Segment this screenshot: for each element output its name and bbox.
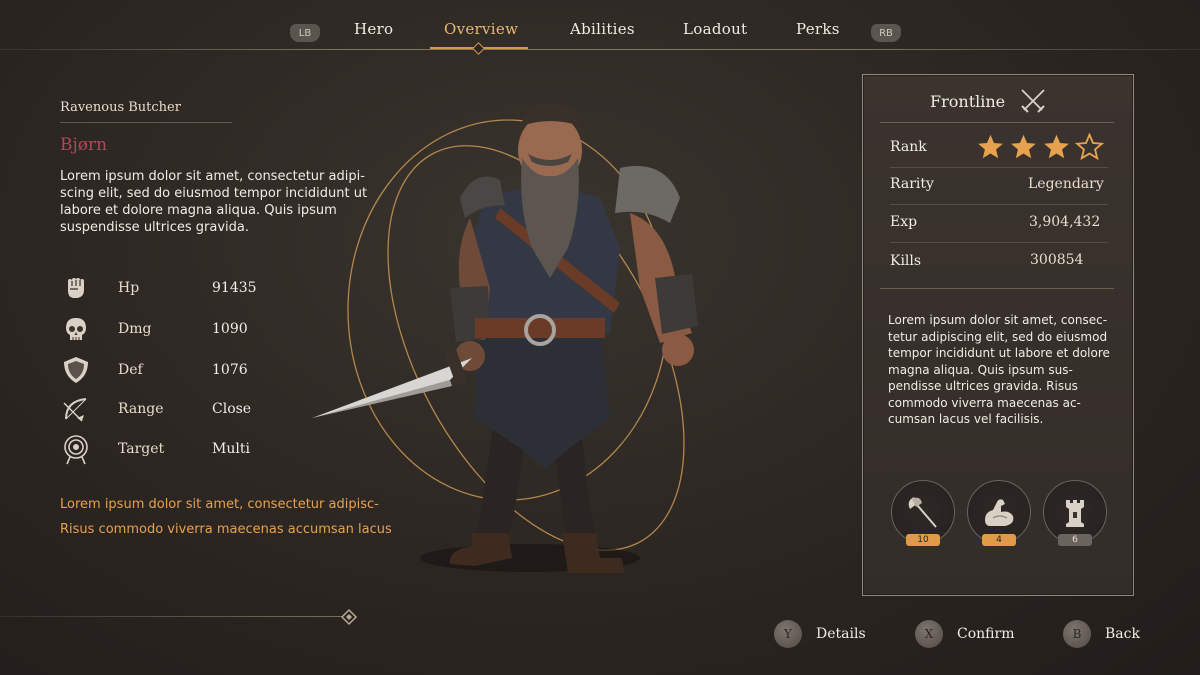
lb-bumper-button[interactable]: LB: [290, 24, 320, 42]
stat-row-target: Target Multi: [60, 433, 320, 465]
rank-divider: [890, 167, 1108, 168]
exp-value: 3,904,432: [1029, 214, 1101, 230]
star-filled-icon: [1044, 134, 1069, 159]
star-filled-icon: [1011, 134, 1036, 159]
perk-count-badge: 6: [1058, 534, 1092, 546]
stat-label-def: Def: [118, 362, 143, 378]
tab-perks[interactable]: Perks: [796, 20, 840, 38]
rb-bumper-button[interactable]: RB: [871, 24, 901, 42]
bottom-left-divider: [0, 616, 342, 617]
tab-hero[interactable]: Hero: [354, 20, 393, 38]
muscle-icon: [985, 499, 1014, 526]
tab-overview[interactable]: Overview: [444, 20, 518, 38]
stat-label-range: Range: [118, 401, 164, 417]
kills-value: 300854: [1030, 252, 1084, 268]
shield-icon: [64, 357, 88, 383]
stat-row-range: Range Close: [60, 393, 320, 425]
stat-label-dmg: Dmg: [118, 321, 152, 337]
tab-loadout[interactable]: Loadout: [683, 20, 747, 38]
crossed-swords-icon: [1021, 89, 1045, 113]
b-button-icon: B: [1063, 620, 1091, 648]
perk-axe[interactable]: 10: [891, 480, 957, 546]
bow-icon: [63, 398, 87, 422]
stat-value-range: Close: [212, 401, 252, 417]
kills-divider: [880, 288, 1114, 289]
stat-value-target: Multi: [212, 441, 250, 457]
skull-icon: [66, 318, 86, 340]
tower-icon: [1066, 500, 1084, 527]
exp-divider: [890, 242, 1108, 243]
nav-divider: [0, 49, 1200, 50]
confirm-label: Confirm: [957, 626, 1015, 642]
hero-character-portrait: [312, 103, 698, 573]
perk-count-badge: 4: [982, 534, 1016, 546]
stat-row-dmg: Dmg 1090: [60, 313, 320, 345]
x-button-icon: X: [915, 620, 943, 648]
class-description: Lorem ipsum dolor sit amet, consec-tetur…: [888, 313, 1110, 426]
hero-subtitle: Ravenous Butcher: [60, 100, 181, 115]
star-empty-icon: [1075, 133, 1104, 161]
stat-row-def: Def 1076: [60, 354, 320, 386]
subtitle-divider: [60, 122, 232, 123]
back-action[interactable]: B Back: [1063, 620, 1140, 648]
exp-label: Exp: [890, 214, 918, 230]
confirm-action[interactable]: X Confirm: [915, 620, 1014, 648]
stat-row-hp: Hp 91435: [60, 272, 320, 304]
back-label: Back: [1105, 626, 1140, 642]
perk-count-badge: 10: [906, 534, 940, 546]
class-divider: [880, 122, 1114, 123]
active-tab-diamond-icon: [472, 42, 485, 55]
top-nav: LB Hero Overview Abilities Loadout Perks…: [0, 0, 1200, 55]
details-label: Details: [816, 626, 866, 642]
details-action[interactable]: Y Details: [774, 620, 866, 648]
stat-value-dmg: 1090: [212, 321, 248, 337]
stat-value-hp: 91435: [212, 280, 257, 296]
hero-name: Bjørn: [60, 135, 108, 155]
target-icon: [64, 435, 88, 465]
fist-icon: [68, 278, 84, 298]
star-filled-icon: [978, 134, 1003, 159]
rarity-label: Rarity: [890, 176, 934, 192]
stat-label-hp: Hp: [118, 280, 140, 296]
perk-muscle[interactable]: 4: [967, 480, 1033, 546]
tab-abilities[interactable]: Abilities: [570, 20, 635, 38]
perk-tower[interactable]: 6: [1043, 480, 1109, 546]
stat-value-def: 1076: [212, 362, 248, 378]
arrow-right-icon: [340, 608, 358, 626]
rank-label: Rank: [890, 139, 927, 155]
rarity-value: Legendary: [1028, 176, 1104, 192]
stat-label-target: Target: [118, 441, 165, 457]
rank-stars: [976, 133, 1108, 161]
kills-label: Kills: [890, 253, 922, 269]
y-button-icon: Y: [774, 620, 802, 648]
axe-icon: [908, 497, 937, 528]
rarity-divider: [890, 204, 1108, 205]
class-name: Frontline: [930, 92, 1006, 111]
